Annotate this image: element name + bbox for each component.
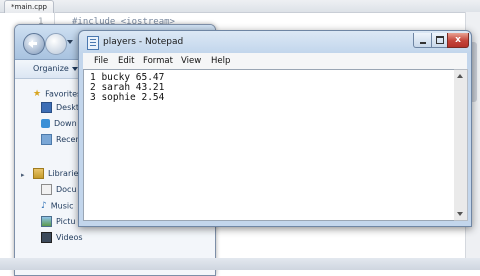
- close-icon: x: [455, 35, 461, 45]
- forward-arrow-icon[interactable]: [45, 33, 67, 55]
- vertical-scrollbar[interactable]: [454, 69, 468, 221]
- nav-item-label: Pictu: [56, 217, 76, 226]
- expand-libraries-icon[interactable]: ▸: [21, 171, 25, 179]
- organize-button[interactable]: Organize: [33, 63, 78, 75]
- nav-item-music[interactable]: ♪ Music: [41, 199, 74, 213]
- nav-item-label: Favorites: [45, 89, 82, 99]
- desktop-icon: [41, 102, 52, 113]
- menu-edit[interactable]: Edit: [118, 53, 134, 69]
- nav-item-pictures[interactable]: Pictu: [41, 215, 75, 229]
- chevron-down-icon: [71, 66, 78, 71]
- nav-item-label: Music: [50, 201, 74, 211]
- notepad-window[interactable]: players - Notepad x File Edit Format Vie…: [78, 30, 472, 227]
- bottom-strip: [0, 258, 480, 270]
- nav-item-downloads[interactable]: Down: [41, 117, 77, 131]
- nav-item-label: Down: [54, 119, 77, 128]
- nav-item-videos[interactable]: Videos: [41, 231, 83, 245]
- back-arrow-icon[interactable]: [23, 33, 45, 55]
- nav-item-favorites[interactable]: ★ Favorites: [33, 87, 81, 101]
- menu-bar: File Edit Format View Help: [83, 53, 467, 70]
- library-icon: [33, 168, 44, 179]
- notepad-titlebar[interactable]: players - Notepad x: [79, 31, 471, 53]
- pictures-icon: [41, 216, 52, 227]
- editor-tab-main-cpp[interactable]: *main.cpp: [4, 0, 54, 13]
- downloads-icon: [41, 119, 50, 128]
- menu-view[interactable]: View: [181, 53, 201, 69]
- videos-icon: [41, 232, 52, 243]
- nav-item-label: Docu: [56, 185, 77, 194]
- nav-item-label: Recen: [56, 135, 81, 144]
- recent-places-icon: [41, 134, 52, 145]
- navigation-pane: ★ Favorites Deskt Down Recen ▸ Libraries …: [15, 79, 85, 275]
- menu-format[interactable]: Format: [143, 53, 173, 69]
- star-icon: ★: [33, 89, 42, 99]
- organize-label: Organize: [33, 64, 69, 73]
- minimize-button[interactable]: [413, 33, 433, 48]
- scroll-down-icon[interactable]: [457, 212, 463, 216]
- nav-item-documents[interactable]: Docu: [41, 183, 77, 197]
- text-line: 3 sophie 2.54: [90, 92, 165, 103]
- nav-item-libraries[interactable]: Libraries: [33, 167, 83, 181]
- nav-item-label: Deskt: [56, 103, 80, 112]
- documents-icon: [41, 184, 52, 195]
- editor-tab-bar: *main.cpp: [0, 0, 480, 13]
- recent-pages-dropdown-icon[interactable]: [67, 40, 73, 44]
- menu-file[interactable]: File: [94, 53, 108, 69]
- nav-item-label: Videos: [56, 233, 83, 242]
- nav-item-desktop[interactable]: Deskt: [41, 101, 79, 115]
- text-area[interactable]: 1 bucky 65.47 2 sarah 43.21 3 sophie 2.5…: [83, 69, 456, 221]
- music-icon: ♪: [41, 201, 47, 211]
- close-button[interactable]: x: [447, 33, 469, 48]
- nav-item-recent[interactable]: Recen: [41, 133, 81, 147]
- notepad-app-icon[interactable]: [87, 36, 99, 50]
- scroll-up-icon[interactable]: [457, 74, 463, 78]
- window-title: players - Notepad: [103, 37, 184, 47]
- menu-help[interactable]: Help: [211, 53, 230, 69]
